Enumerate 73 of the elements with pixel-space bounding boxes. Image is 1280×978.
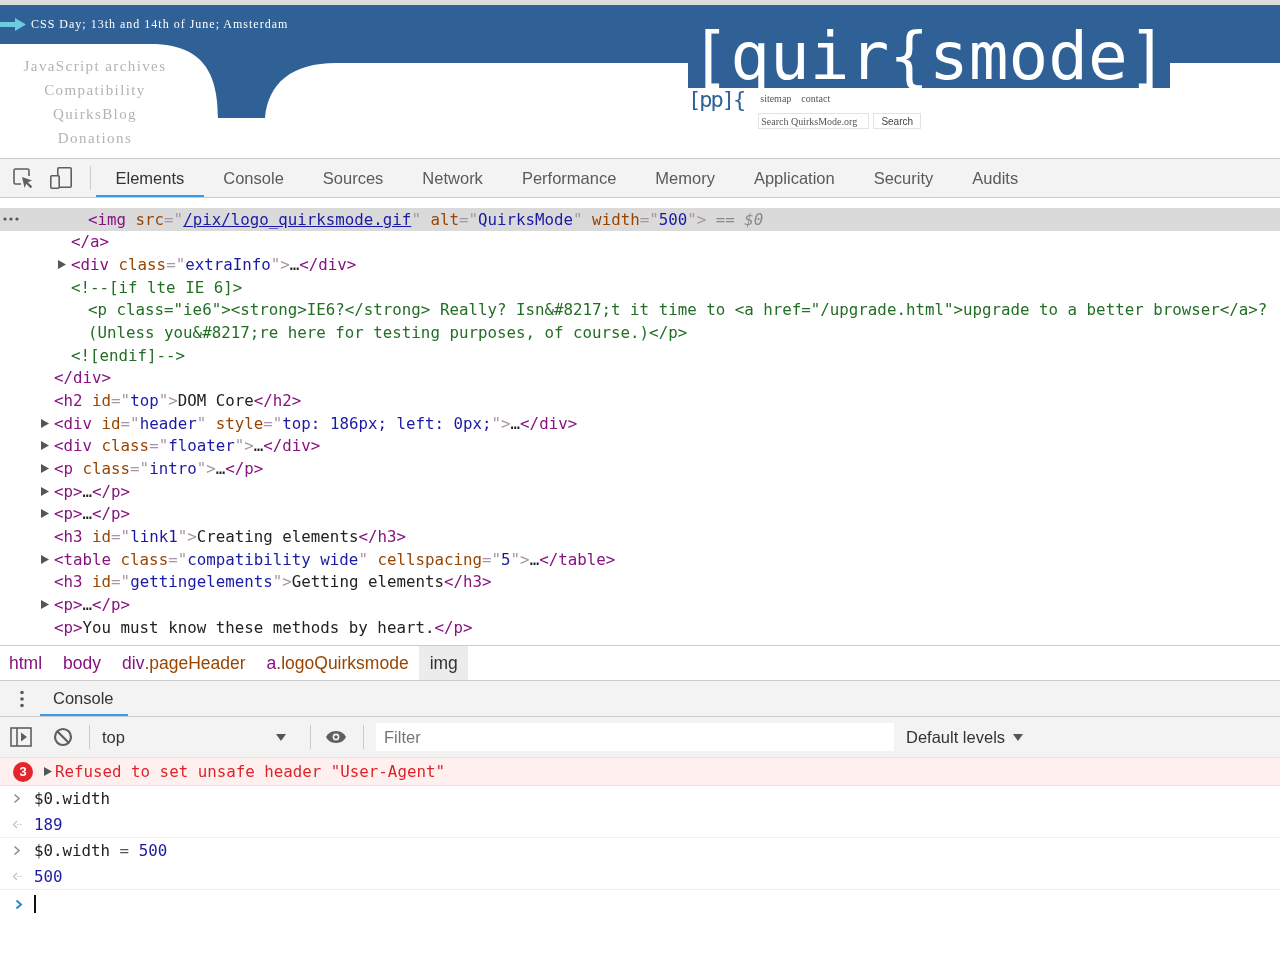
- error-count: 3: [13, 761, 33, 782]
- dom-tree-row[interactable]: <![endif]-->: [71, 343, 186, 367]
- search-button[interactable]: Search: [873, 113, 922, 129]
- panel-tab[interactable]: Application: [734, 159, 855, 197]
- dom-tree-row[interactable]: <div id="header" style="top: 186px; left: 0px;">…</div>: [41, 411, 578, 435]
- caret-icon[interactable]: [44, 767, 52, 776]
- dom-tree-row[interactable]: <p class="ie6"><strong>IE6?</strong> Really? Isn&#8217;t it time to <a href="/upgrade.html">upgrade to a better browser</a>?: [88, 298, 1268, 322]
- result-value: 189: [34, 814, 63, 834]
- dom-tree-row[interactable]: <p>…</p>: [41, 479, 131, 503]
- panel-tab[interactable]: Security: [854, 159, 953, 197]
- input-chevron-icon: [12, 845, 22, 857]
- panel-tab[interactable]: Sources: [303, 159, 403, 197]
- caret-icon[interactable]: [41, 509, 49, 519]
- header-link[interactable]: sitemap: [760, 92, 792, 106]
- context-select[interactable]: top: [94, 722, 294, 752]
- error-message: Refused to set unsafe header "User-Agent": [55, 762, 445, 781]
- panel-tab[interactable]: Audits: [952, 159, 1038, 197]
- dom-tree-row[interactable]: </div>: [54, 366, 112, 390]
- more-options-icon[interactable]: [20, 689, 24, 708]
- arrow-icon: [0, 17, 26, 31]
- caret-icon[interactable]: [41, 464, 49, 474]
- dom-tree-row[interactable]: <!--[if lte IE 6]>: [71, 275, 243, 299]
- caret-down-icon: [276, 733, 286, 741]
- dom-tree-row[interactable]: <img src="/pix/logo_quirksmode.gif" alt="QuirksMode" width="500"> == $0: [0, 208, 1280, 231]
- dom-tree-row[interactable]: <h2 id="top">DOM Core</h2>: [54, 389, 302, 412]
- filter-field[interactable]: Filter: [376, 723, 894, 751]
- breadcrumb-item[interactable]: body: [52, 646, 112, 680]
- result-arrow-icon: [12, 871, 22, 881]
- caret-icon[interactable]: [41, 418, 49, 428]
- panel-tab[interactable]: Elements: [96, 159, 204, 197]
- command-text: $0.width: [34, 789, 111, 809]
- dom-tree-row[interactable]: <div class="extraInfo">…</div>: [58, 253, 357, 276]
- clear-icon[interactable]: [53, 727, 73, 747]
- dom-tree-row[interactable]: <p>…</p>: [41, 502, 131, 526]
- panel-tab[interactable]: Network: [402, 159, 503, 197]
- header-link[interactable]: contact: [801, 92, 831, 106]
- input-chevron-icon: [12, 793, 22, 805]
- breadcrumb-item[interactable]: img: [419, 646, 469, 680]
- panel-tab[interactable]: Console: [203, 159, 304, 197]
- dom-tree-row[interactable]: <h3 id="link1">Creating elements</h3>: [54, 525, 406, 548]
- command-text: $0.width = 500: [34, 841, 168, 861]
- caret-icon[interactable]: [41, 486, 49, 496]
- text-cursor: [34, 895, 36, 913]
- dom-tree-row[interactable]: <h3 id="gettingelements">Getting elements</h3>: [54, 570, 492, 594]
- dom-tree-row[interactable]: <div class="floater">…</div>: [41, 434, 321, 458]
- caret-icon[interactable]: [41, 554, 49, 564]
- search-field[interactable]: Search QuirksMode.org: [758, 113, 870, 129]
- prompt-chevron-icon: [14, 898, 24, 910]
- levels-dropdown[interactable]: Default levels: [898, 722, 1032, 752]
- sidebar-toggle-icon[interactable]: [10, 727, 32, 747]
- eye-icon[interactable]: [325, 730, 347, 744]
- result-value: 500: [34, 866, 63, 886]
- logo-fragment: [pp]{: [688, 88, 745, 112]
- dom-tree-row[interactable]: <p>You must know these methods by heart.</p>: [54, 615, 473, 639]
- announcement-link[interactable]: CSS Day; 13th and 14th of June; Amsterdam: [31, 16, 289, 32]
- panel-tab[interactable]: Performance: [502, 159, 636, 197]
- inspect-icon[interactable]: [12, 167, 34, 189]
- caret-icon[interactable]: [41, 600, 49, 609]
- breadcrumb-item[interactable]: a.logoQuirksmode: [256, 646, 420, 680]
- device-icon[interactable]: [50, 167, 72, 189]
- dom-tree-row[interactable]: <p>…</p>: [41, 593, 131, 616]
- breadcrumb-item[interactable]: html: [0, 646, 53, 680]
- result-arrow-icon: [12, 819, 22, 829]
- caret-down-icon: [1013, 733, 1024, 741]
- breadcrumb-item[interactable]: div.pageHeader: [111, 646, 257, 680]
- panel-tab[interactable]: Memory: [635, 159, 735, 197]
- dom-tree-row[interactable]: </a>: [71, 230, 110, 254]
- dom-tree-row[interactable]: (Unless you&#8217;re here for testing purposes, of course.)</p>: [88, 321, 688, 344]
- caret-icon[interactable]: [58, 260, 66, 270]
- caret-icon[interactable]: [41, 441, 49, 451]
- dom-tree-row[interactable]: <table class="compatibility wide" cellspacing="5">…</table>: [41, 547, 616, 571]
- dom-tree-row[interactable]: <p class="intro">…</p>: [41, 457, 264, 480]
- more-icon[interactable]: [3, 217, 19, 221]
